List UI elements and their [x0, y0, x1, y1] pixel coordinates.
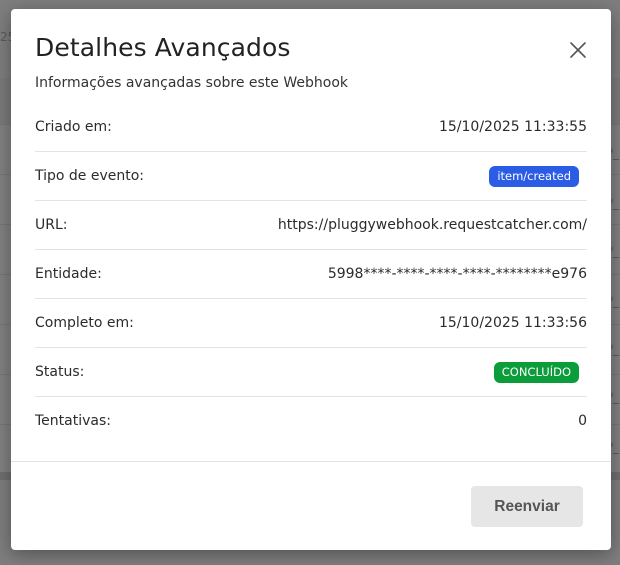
row-label: Tentativas:: [35, 413, 111, 429]
detail-row-attempts: Tentativas: 0: [35, 397, 587, 445]
row-label: Completo em:: [35, 315, 134, 331]
detail-row-status: Status: CONCLUÍDO: [35, 348, 587, 397]
event-type-badge: item/created: [489, 165, 579, 187]
row-label: Status:: [35, 364, 85, 380]
close-icon: [570, 42, 586, 58]
advanced-details-modal: Detalhes Avançados Informações avançadas…: [11, 9, 611, 550]
details-list: Criado em: 15/10/2025 11:33:55 Tipo de e…: [35, 103, 587, 445]
row-value: https://pluggywebhook.requestcatcher.com…: [277, 217, 587, 233]
status-badge: CONCLUÍDO: [493, 361, 579, 383]
row-label: Criado em:: [35, 119, 112, 135]
detail-row-created: Criado em: 15/10/2025 11:33:55: [35, 103, 587, 152]
footer-divider: [11, 461, 611, 462]
row-value: 15/10/2025 11:33:56: [438, 315, 587, 331]
row-label: URL:: [35, 217, 68, 233]
detail-row-entity: Entidade: 5998****-****-****-****-******…: [35, 250, 587, 299]
row-value: 0: [578, 413, 587, 429]
row-label: Entidade:: [35, 266, 102, 282]
modal-subtitle: Informações avançadas sobre este Webhook: [35, 75, 348, 91]
detail-row-completed: Completo em: 15/10/2025 11:33:56: [35, 299, 587, 348]
row-value: 5998****-****-****-****-********e976: [327, 266, 587, 282]
detail-row-url: URL: https://pluggywebhook.requestcatche…: [35, 201, 587, 250]
row-label: Tipo de evento:: [35, 168, 145, 184]
detail-row-event-type: Tipo de evento: item/created: [35, 152, 587, 201]
row-value: 15/10/2025 11:33:55: [438, 119, 587, 135]
resend-button[interactable]: Reenviar: [471, 486, 583, 527]
close-button[interactable]: [567, 39, 589, 61]
modal-title: Detalhes Avançados: [35, 33, 291, 62]
